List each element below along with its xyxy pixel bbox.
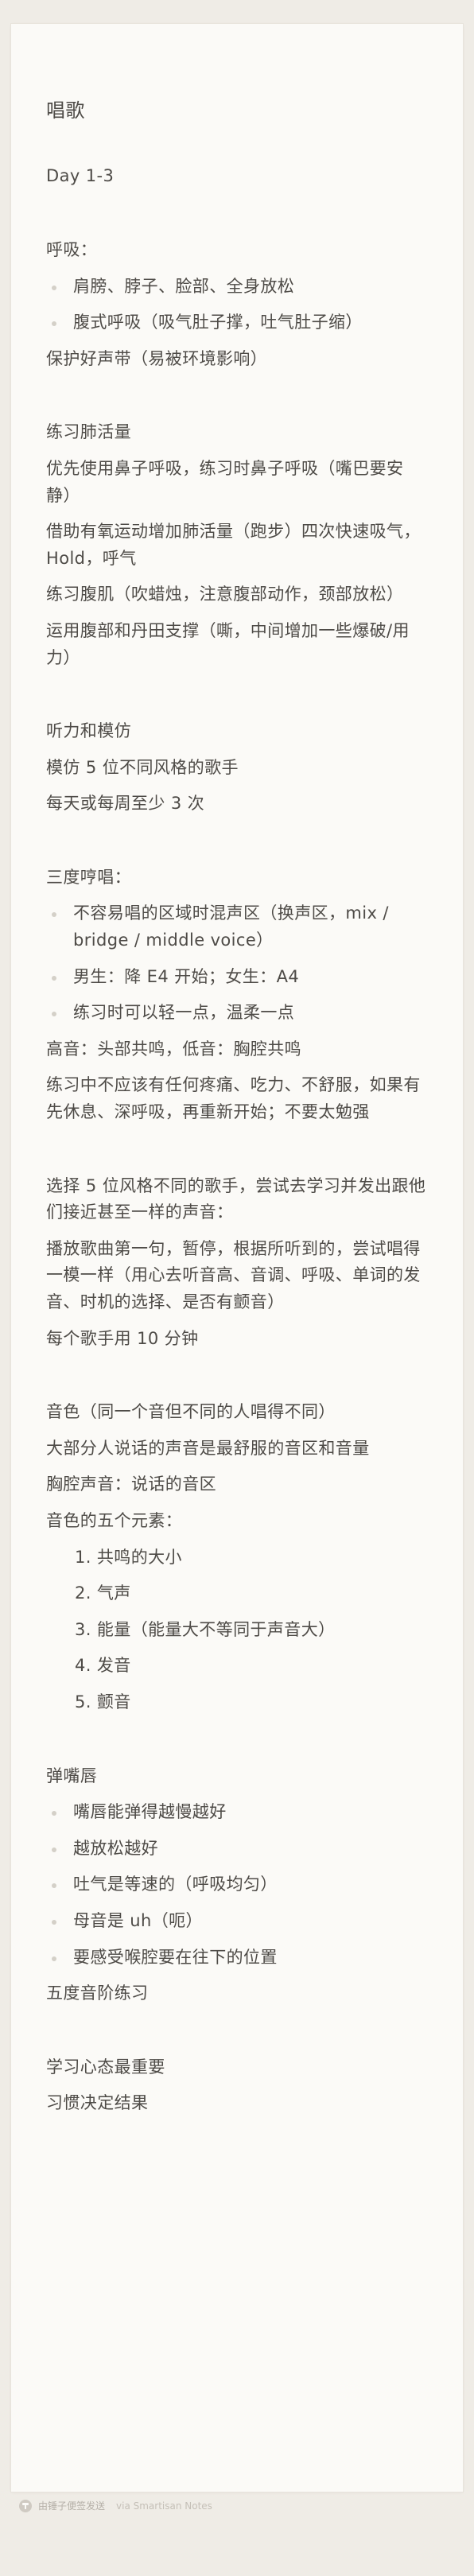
list-item: 男生：降 E4 开始；女生：A4 [46, 964, 428, 991]
mindset-line: 习惯决定结果 [46, 2093, 149, 2113]
list-item: 2. 气声 [75, 1583, 131, 1603]
list-item: 越放松越好 [46, 1836, 428, 1863]
list-item: 3. 能量（能量大不等同于声音大） [75, 1619, 336, 1639]
list-item: 1. 共鸣的大小 [75, 1547, 182, 1567]
listening-line: 每天或每周至少 3 次 [46, 794, 205, 814]
thirds-line: 练习中不应该有任何疼痛、吃力、不舒服，如果有先休息、深呼吸，再重新开始；不要太勉… [46, 1075, 421, 1122]
list-item: 5. 颤音 [75, 1692, 131, 1712]
thirds-line: 高音：头部共鸣，低音：胸腔共鸣 [46, 1039, 301, 1059]
list-item: 吐气是等速的（呼吸均匀） [46, 1871, 428, 1898]
timbre-elements-list: 1. 共鸣的大小 2. 气声 3. 能量（能量大不等同于声音大） 4. 发音 5… [46, 1544, 428, 1716]
lung-line: 运用腹部和丹田支撑（嘶，中间增加一些爆破/用力） [46, 620, 410, 667]
list-item: 不容易唱的区域时混声区（换声区，mix / bridge / middle vo… [46, 900, 428, 954]
lung-heading: 练习肺活量 [46, 422, 131, 442]
imitate-line: 播放歌曲第一句，暂停，根据所听到的，尝试唱得一模一样（用心去听音高、音调、呼吸、… [46, 1238, 421, 1312]
thirds-heading: 三度哼唱： [46, 867, 131, 887]
lung-line: 练习腹肌（吹蜡烛，注意腹部动作，颈部放松） [46, 585, 404, 604]
breathing-list: 肩膀、脖子、脸部、全身放松 腹式呼吸（吸气肚子撑，吐气肚子缩） [46, 274, 428, 336]
breathing-note: 保护好声带（易被环境影响） [46, 348, 268, 368]
footer-via: via Smartisan Notes [116, 2500, 212, 2512]
lips-note: 五度音阶练习 [46, 1983, 149, 2003]
timbre-line: 音色的五个元素： [46, 1510, 183, 1530]
hammer-logo-icon [19, 2499, 32, 2512]
mindset-line: 学习心态最重要 [46, 2057, 165, 2077]
imitate-line: 选择 5 位风格不同的歌手，尝试去学习并发出跟他们接近甚至一样的声音： [46, 1175, 426, 1222]
note-title: 唱歌 [46, 99, 85, 122]
timbre-line: 音色（同一个音但不同的人唱得不同） [46, 1402, 336, 1422]
lips-list: 嘴唇能弹得越慢越好 越放松越好 吐气是等速的（呼吸均匀） 母音是 uh（呃） 要… [46, 1799, 428, 1971]
listening-line: 模仿 5 位不同风格的歌手 [46, 757, 239, 777]
list-item: 要感受喉腔要在往下的位置 [46, 1945, 428, 1972]
day-range: Day 1-3 [46, 166, 115, 186]
timbre-line: 大部分人说话的声音是最舒服的音区和音量 [46, 1438, 370, 1458]
list-item: 嘴唇能弹得越慢越好 [46, 1799, 428, 1826]
lips-heading: 弹嘴唇 [46, 1766, 98, 1785]
timbre-line: 胸腔声音：说话的音区 [46, 1474, 216, 1494]
lung-line: 优先使用鼻子呼吸，练习时鼻子呼吸（嘴巴要安静） [46, 458, 404, 505]
list-item: 练习时可以轻一点，温柔一点 [46, 1000, 428, 1027]
note-footer: 由锤子便签发送 via Smartisan Notes [19, 2499, 212, 2512]
breathing-heading: 呼吸： [46, 239, 98, 259]
list-item: 腹式呼吸（吸气肚子撑，吐气肚子缩） [46, 309, 428, 336]
lung-line: 借助有氧运动增加肺活量（跑步）四次快速吸气，Hold，呼气 [46, 522, 421, 568]
list-item: 4. 发音 [75, 1656, 131, 1676]
note-paper: 唱歌 Day 1-3 呼吸： 肩膀、脖子、脸部、全身放松 腹式呼吸（吸气肚子撑，… [11, 24, 463, 2492]
imitate-line: 每个歌手用 10 分钟 [46, 1328, 199, 1348]
footer-brand: 由锤子便签发送 [38, 2500, 106, 2512]
thirds-list: 不容易唱的区域时混声区（换声区，mix / bridge / middle vo… [46, 900, 428, 1026]
list-item: 母音是 uh（呃） [46, 1908, 428, 1935]
listening-heading: 听力和模仿 [46, 721, 131, 741]
list-item: 肩膀、脖子、脸部、全身放松 [46, 274, 428, 301]
note-body: 唱歌 Day 1-3 呼吸： 肩膀、脖子、脸部、全身放松 腹式呼吸（吸气肚子撑，… [46, 95, 428, 2117]
